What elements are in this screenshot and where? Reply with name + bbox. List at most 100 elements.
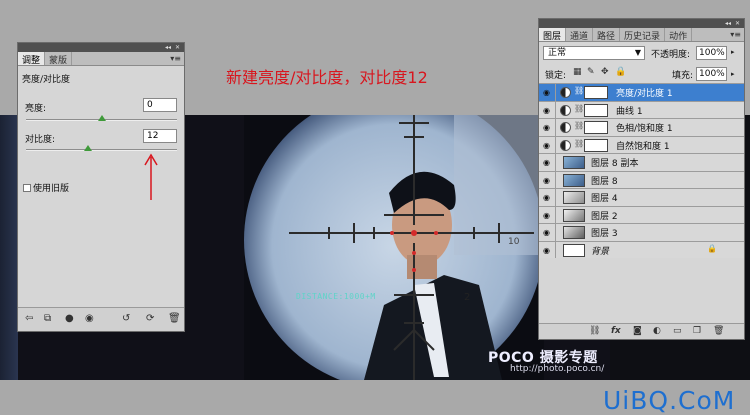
eye-icon: ◉	[543, 105, 550, 115]
group-icon[interactable]: ▭	[673, 326, 682, 336]
layer-name[interactable]: 亮度/对比度 1	[616, 86, 673, 99]
eye-icon: ◉	[543, 175, 550, 185]
visibility-toggle[interactable]: ◉	[539, 84, 556, 101]
use-legacy-option[interactable]: 使用旧版	[23, 181, 69, 194]
collapse-icon[interactable]: ◂◂	[165, 44, 171, 51]
opacity-input[interactable]: 100%	[696, 46, 727, 60]
layer-name[interactable]: 图层 2	[591, 209, 618, 222]
layer-row[interactable]: ◉ 图层 4	[539, 188, 744, 206]
layer-thumbnail[interactable]	[563, 156, 585, 169]
collapse-icon[interactable]: ◂◂	[725, 20, 731, 27]
fill-input[interactable]: 100%	[696, 67, 727, 81]
layer-name[interactable]: 图层 8	[591, 174, 618, 187]
adjustment-layer-icon[interactable]: ◐	[653, 326, 661, 336]
contrast-input[interactable]: 12	[143, 129, 177, 143]
trash-icon[interactable]: 🗑	[713, 326, 724, 336]
layer-name[interactable]: 曲线 1	[616, 104, 643, 117]
layers-list: ◉ ⛓ 亮度/对比度 1 ◉ ⛓ 曲线 1 ◉ ⛓ 色相/饱和度 1 ◉ ⛓ 自…	[539, 83, 744, 258]
layer-thumbnail[interactable]	[563, 191, 585, 204]
link-icon[interactable]: ⛓	[589, 326, 600, 336]
panel-menu-icon[interactable]: ▾≡	[170, 54, 181, 63]
layer-row[interactable]: ◉ 背景 🔒	[539, 240, 744, 258]
layer-name[interactable]: 图层 8 副本	[591, 156, 638, 169]
delete-icon[interactable]: 🗑	[168, 314, 181, 324]
layer-thumbnail[interactable]	[563, 208, 585, 222]
layer-mask-thumbnail[interactable]	[584, 138, 608, 152]
contrast-slider[interactable]	[26, 149, 177, 151]
visibility-toggle[interactable]: ◉	[539, 119, 556, 136]
visibility-toggle[interactable]: ◉	[539, 224, 556, 241]
visibility-toggle[interactable]: ◉	[539, 189, 556, 206]
lock-label: 锁定:	[545, 71, 567, 81]
layer-mask-thumbnail[interactable]	[584, 121, 608, 134]
layer-name[interactable]: 自然饱和度 1	[616, 139, 670, 152]
tutorial-annotation: 新建亮度/对比度，对比度12	[226, 68, 428, 87]
layer-row[interactable]: ◉ ⛓ 色相/饱和度 1	[539, 118, 744, 136]
eye-icon: ◉	[543, 140, 550, 150]
layer-row[interactable]: ◉ 图层 2	[539, 205, 744, 223]
visibility-icon[interactable]: ◉	[85, 314, 94, 324]
close-icon[interactable]: ✕	[735, 20, 740, 27]
panel-titlebar[interactable]: ◂◂ ✕	[539, 19, 744, 28]
lock-transparent-icon[interactable]: ▦	[573, 67, 582, 77]
contrast-slider-handle[interactable]	[84, 145, 93, 151]
layer-name[interactable]: 色相/饱和度 1	[616, 121, 673, 134]
layer-row[interactable]: ◉ ⛓ 亮度/对比度 1	[539, 83, 744, 101]
visibility-toggle[interactable]: ◉	[539, 206, 556, 223]
layer-mask-thumbnail[interactable]	[584, 86, 608, 99]
blend-mode-select[interactable]: 正常 ▼	[543, 46, 645, 60]
clip-icon[interactable]: ⧉	[44, 314, 51, 324]
visibility-toggle[interactable]: ◉	[539, 154, 556, 171]
layer-thumbnail[interactable]	[563, 243, 585, 257]
new-layer-icon[interactable]: ❐	[693, 326, 701, 336]
blend-mode-value: 正常	[548, 48, 567, 58]
brightness-label: 亮度:	[25, 104, 47, 114]
adjustments-footer: ⇦ ⧉ ● ◉ ↺ ⟳ 🗑	[18, 307, 184, 331]
contrast-label: 对比度:	[25, 135, 56, 145]
fx-icon[interactable]: fx	[611, 326, 621, 336]
close-icon[interactable]: ✕	[175, 44, 180, 51]
visibility-toggle[interactable]: ◉	[539, 136, 556, 153]
fill-slider-icon[interactable]: ▸	[731, 70, 735, 78]
brightness-input[interactable]: 0	[143, 98, 177, 112]
layer-row[interactable]: ◉ ⛓ 曲线 1	[539, 100, 744, 118]
panel-menu-icon[interactable]: ▾≡	[730, 30, 741, 39]
panel-titlebar[interactable]: ◂◂ ✕	[18, 43, 184, 52]
back-icon[interactable]: ⇦	[25, 314, 33, 324]
fill-label: 填充:	[672, 71, 694, 81]
opacity-slider-icon[interactable]: ▸	[731, 48, 735, 56]
visibility-toggle[interactable]: ◉	[539, 241, 556, 258]
layers-tabs: 图层 通道 路径 历史记录 动作 ▾≡	[539, 28, 744, 42]
tab-actions[interactable]: 动作	[665, 28, 693, 42]
layer-thumbnail[interactable]	[563, 173, 585, 187]
layer-name[interactable]: 图层 4	[591, 191, 618, 204]
tab-layers[interactable]: 图层	[539, 28, 567, 42]
lock-image-icon[interactable]: ✎	[587, 67, 595, 77]
layer-mask-thumbnail[interactable]	[584, 103, 608, 117]
layer-name[interactable]: 背景	[591, 244, 609, 257]
previous-state-icon[interactable]: ↺	[122, 314, 130, 324]
add-mask-icon[interactable]: ◙	[633, 326, 642, 336]
lock-position-icon[interactable]: ✥	[601, 67, 609, 77]
mask-icon[interactable]: ●	[65, 314, 74, 324]
layer-row[interactable]: ◉ 图层 8	[539, 170, 744, 188]
visibility-toggle[interactable]: ◉	[539, 171, 556, 188]
tab-masks[interactable]: 蒙版	[45, 52, 73, 66]
layer-row[interactable]: ◉ 图层 3	[539, 223, 744, 241]
adjustment-layer-icon	[560, 104, 571, 116]
tab-paths[interactable]: 路径	[593, 28, 621, 42]
layer-row[interactable]: ◉ ⛓ 自然饱和度 1	[539, 135, 744, 153]
use-legacy-checkbox[interactable]	[23, 183, 31, 192]
link-icon: ⛓	[574, 138, 585, 148]
tab-channels[interactable]: 通道	[566, 28, 594, 42]
layer-row[interactable]: ◉ 图层 8 副本	[539, 153, 744, 171]
lock-icon: 🔒	[707, 243, 717, 253]
visibility-toggle[interactable]: ◉	[539, 101, 556, 118]
lock-all-icon[interactable]: 🔒	[615, 67, 626, 77]
tab-history[interactable]: 历史记录	[620, 28, 666, 42]
brightness-slider-handle[interactable]	[97, 115, 106, 121]
layer-name[interactable]: 图层 3	[591, 226, 618, 239]
tab-adjustments[interactable]: 调整	[18, 52, 46, 66]
layer-thumbnail[interactable]	[563, 226, 585, 239]
reset-icon[interactable]: ⟳	[146, 314, 154, 324]
